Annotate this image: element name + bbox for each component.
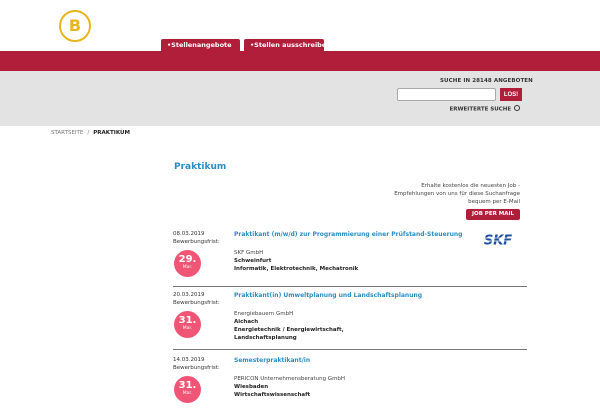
job-date: 14.03.2019 (173, 357, 205, 363)
deadline-month: Mar. (182, 391, 193, 396)
job-field: Energietechnik / Energiewirtschaft, (234, 327, 344, 333)
deadline-badge: 31. Mar. (174, 376, 201, 403)
deadline-label: Bewerbungsfrist: (173, 365, 220, 371)
deadline-badge: 29. Mar. (174, 250, 201, 277)
search-button[interactable]: LOS! (500, 88, 522, 101)
tab-stellenangebote[interactable]: •Stellenangebote (161, 39, 240, 51)
skf-logo[interactable]: SKF (476, 232, 520, 247)
company-name: Energiebauern GmbH (234, 311, 294, 317)
circle-arrow-icon (514, 105, 520, 111)
search-label: SUCHE IN 28148 ANGEBOTEN (440, 78, 533, 84)
site-logo[interactable]: B (59, 10, 91, 42)
job-date: 20.03.2019 (173, 292, 205, 298)
advanced-search-label: ERWEITERTE SUCHE (449, 106, 512, 113)
deadline-badge: 31. Mar. (174, 311, 201, 338)
job-field: Wirtschaftswissenschaft (234, 392, 311, 398)
search-input[interactable] (397, 88, 496, 101)
company-name: SKF GmbH (234, 250, 264, 256)
skf-logo-text: SKF (484, 234, 512, 248)
job-title-link[interactable]: Semesterpraktikant/in (234, 357, 310, 364)
job-listing: 14.03.2019 Bewerbungsfrist: 31. Mar. Sem… (173, 357, 527, 411)
job-listing: 20.03.2019 Bewerbungsfrist: 31. Mar. Pra… (173, 292, 527, 347)
divider (173, 286, 527, 287)
divider (173, 349, 527, 350)
deadline-label: Bewerbungsfrist: (173, 300, 220, 306)
deadline-month: Mar. (182, 326, 193, 331)
page-title: Praktikum (174, 162, 227, 172)
company-name: PERICON Unternehmensberatung GmbH (234, 376, 346, 382)
advanced-search-link[interactable]: ERWEITERTE SUCHE (440, 105, 520, 113)
job-alert-text: Erhalte kostenlos die neuesten Job - Emp… (394, 183, 520, 205)
deadline-label: Bewerbungsfrist: (173, 239, 220, 245)
job-field: Landschaftsplanung (234, 335, 297, 341)
breadcrumb-current: PRAKTIKUM (93, 130, 130, 136)
deadline-day: 29. (178, 254, 197, 265)
deadline-day: 31. (178, 380, 197, 391)
job-title-link[interactable]: Praktikant (m/w/d) zur Programmierung ei… (234, 231, 462, 238)
job-location: Wiesbaden (234, 384, 269, 390)
logo-letter: B (68, 16, 82, 35)
job-field: Informatik, Elektrotechnik, Mechatronik (234, 266, 359, 272)
job-location: Aichach (234, 319, 259, 325)
job-per-mail-button[interactable]: JOB PER MAIL (466, 209, 520, 220)
job-listing: 08.03.2019 Bewerbungsfrist: 29. Mar. Pra… (173, 231, 527, 281)
deadline-day: 31. (178, 315, 197, 326)
header-bar (0, 51, 600, 71)
breadcrumb: STARTSEITE / PRAKTIKUM (51, 130, 130, 136)
deadline-month: Mar. (182, 265, 193, 270)
breadcrumb-separator: / (87, 130, 90, 136)
job-title-link[interactable]: Praktikant(in) Umweltplanung und Landsch… (234, 292, 422, 299)
tab-stellen-ausschreiben[interactable]: •Stellen ausschreiben (244, 39, 331, 51)
job-location: Schweinfurt (234, 258, 272, 264)
job-date: 08.03.2019 (173, 231, 205, 237)
breadcrumb-home[interactable]: STARTSEITE (51, 130, 83, 136)
main-nav-tabs: •Stellenangebote •Stellen ausschreiben (161, 39, 331, 51)
